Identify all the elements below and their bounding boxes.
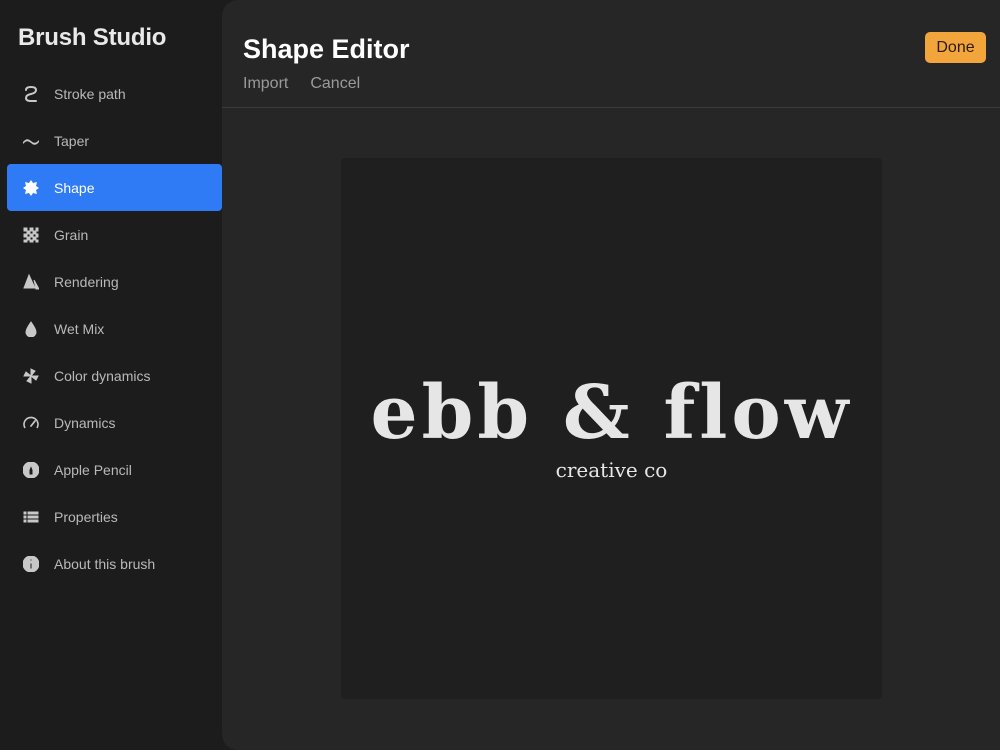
wet-mix-icon bbox=[22, 320, 40, 338]
sidebar-item-dynamics[interactable]: Dynamics bbox=[7, 399, 222, 446]
sidebar: Brush Studio Stroke path Taper Shape Gra… bbox=[0, 0, 228, 750]
sidebar-title: Brush Studio bbox=[18, 24, 167, 51]
sidebar-nav: Stroke path Taper Shape Grain Rendering … bbox=[7, 70, 222, 587]
sidebar-item-label: Rendering bbox=[54, 273, 119, 290]
import-button[interactable]: Import bbox=[243, 75, 288, 93]
sidebar-item-label: Apple Pencil bbox=[54, 461, 132, 478]
taper-icon bbox=[22, 132, 40, 150]
sidebar-item-label: Shape bbox=[54, 179, 95, 196]
sidebar-item-label: Properties bbox=[54, 508, 118, 525]
sidebar-item-properties[interactable]: Properties bbox=[7, 493, 222, 540]
page-title: Shape Editor bbox=[243, 34, 410, 64]
stroke-path-icon bbox=[22, 85, 40, 103]
shape-sub-text: creative co bbox=[555, 458, 668, 482]
sidebar-item-label: Color dynamics bbox=[54, 367, 151, 384]
dynamics-icon bbox=[22, 414, 40, 432]
sidebar-item-label: Wet Mix bbox=[54, 320, 105, 337]
rendering-icon bbox=[22, 273, 40, 291]
done-button[interactable]: Done bbox=[925, 32, 986, 63]
shape-icon bbox=[22, 179, 40, 197]
sidebar-item-label: Dynamics bbox=[54, 414, 116, 431]
sidebar-item-shape[interactable]: Shape bbox=[7, 164, 222, 211]
shape-editor-panel: Shape Editor Import Cancel Done ebb & fl… bbox=[222, 0, 1000, 750]
sidebar-item-label: Taper bbox=[54, 132, 90, 149]
sidebar-item-about[interactable]: About this brush bbox=[7, 540, 222, 587]
sidebar-item-color-dynamics[interactable]: Color dynamics bbox=[7, 352, 222, 399]
sidebar-item-stroke-path[interactable]: Stroke path bbox=[7, 70, 222, 117]
sidebar-item-label: Stroke path bbox=[54, 85, 126, 102]
color-dynamics-icon bbox=[22, 367, 40, 385]
sidebar-item-taper[interactable]: Taper bbox=[7, 117, 222, 164]
sidebar-item-wet-mix[interactable]: Wet Mix bbox=[7, 305, 222, 352]
header-actions: Import Cancel bbox=[243, 75, 360, 93]
grain-icon bbox=[22, 226, 40, 244]
editor-header: Shape Editor Import Cancel Done bbox=[222, 0, 1000, 108]
sidebar-item-label: About this brush bbox=[54, 555, 156, 572]
shape-canvas[interactable]: ebb & flow creative co bbox=[341, 158, 882, 699]
sidebar-item-label: Grain bbox=[54, 226, 89, 243]
shape-main-text: ebb & flow bbox=[370, 370, 853, 456]
sidebar-item-apple-pencil[interactable]: Apple Pencil bbox=[7, 446, 222, 493]
sidebar-item-grain[interactable]: Grain bbox=[7, 211, 222, 258]
apple-pencil-icon bbox=[22, 461, 40, 479]
info-icon bbox=[22, 555, 40, 573]
sidebar-item-rendering[interactable]: Rendering bbox=[7, 258, 222, 305]
cancel-button[interactable]: Cancel bbox=[310, 75, 360, 93]
properties-icon bbox=[22, 508, 40, 526]
